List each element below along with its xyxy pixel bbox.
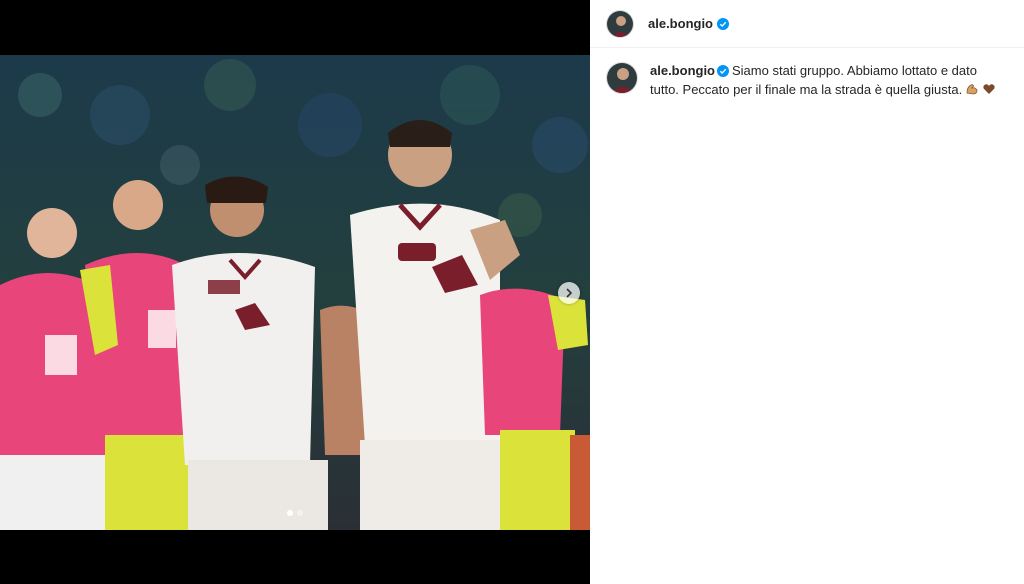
carousel-indicator <box>0 510 590 516</box>
chevron-right-icon <box>566 288 573 298</box>
avatar[interactable] <box>606 62 638 94</box>
brown-heart-icon <box>982 82 996 100</box>
flexed-biceps-icon <box>965 82 979 100</box>
verified-badge-icon <box>717 64 729 81</box>
post-photo-graphic <box>0 55 590 530</box>
carousel-dot <box>287 510 293 516</box>
avatar-image <box>607 63 637 93</box>
carousel-next-button[interactable] <box>558 282 580 304</box>
carousel-dot <box>297 510 303 516</box>
caption-username[interactable]: ale.bongio <box>650 63 715 78</box>
post-sidebar: ale.bongio ale.bongio Siamo stati gruppo.… <box>590 0 1024 584</box>
verified-badge-icon <box>717 17 729 30</box>
post-media-pane <box>0 0 590 584</box>
avatar[interactable] <box>606 9 634 38</box>
caption-body: ale.bongio Siamo stati gruppo. Abbiamo lo… <box>650 62 1008 100</box>
post-header: ale.bongio <box>590 0 1024 48</box>
post-caption: ale.bongio Siamo stati gruppo. Abbiamo lo… <box>590 48 1024 100</box>
post-photo[interactable] <box>0 55 590 530</box>
avatar-image <box>607 10 633 37</box>
header-username[interactable]: ale.bongio <box>648 16 713 31</box>
